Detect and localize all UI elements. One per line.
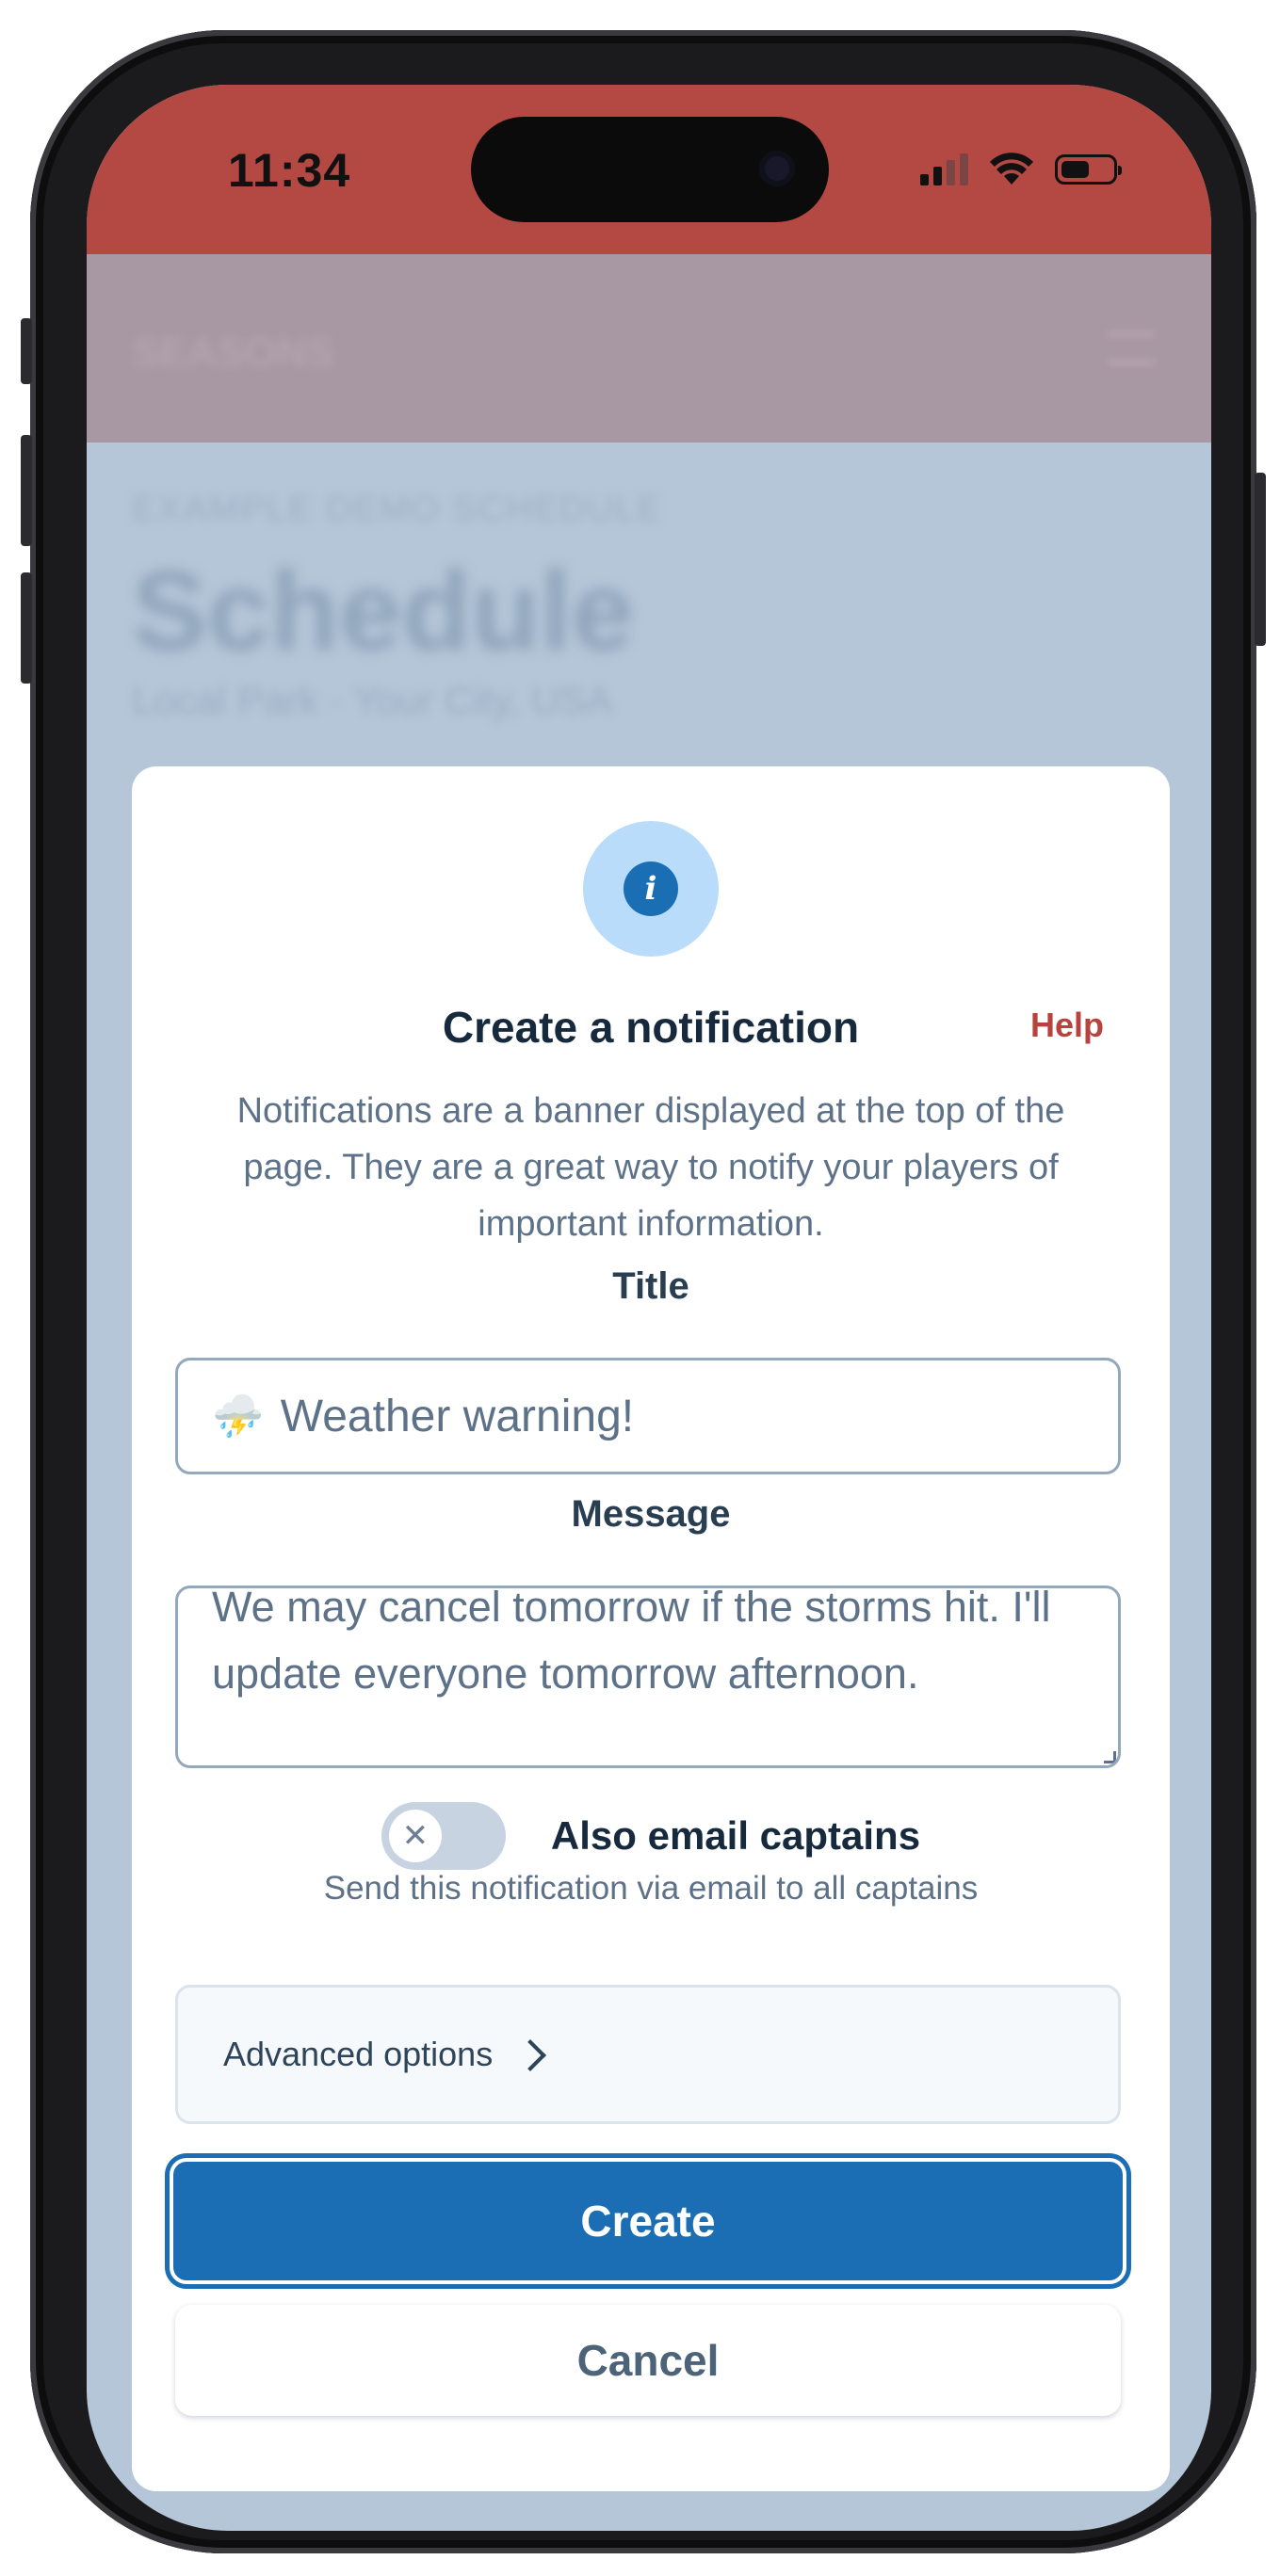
wifi-icon bbox=[990, 153, 1033, 185]
email-captains-toggle[interactable]: ✕ bbox=[381, 1802, 506, 1870]
message-textarea-value: We may cancel tomorrow if the storms hit… bbox=[212, 1586, 1051, 1698]
email-captains-description: Send this notification via email to all … bbox=[323, 1870, 979, 1907]
cancel-button[interactable]: Cancel bbox=[175, 2305, 1121, 2416]
advanced-options-button[interactable]: Advanced options bbox=[175, 1985, 1121, 2124]
battery-level bbox=[1061, 161, 1090, 178]
background-page-title: Schedule bbox=[132, 548, 635, 674]
help-link[interactable]: Help bbox=[1030, 1006, 1104, 1045]
resize-handle-icon[interactable] bbox=[1104, 1751, 1116, 1763]
email-captains-row: ✕ Also email captains bbox=[132, 1802, 1170, 1870]
status-bar: 11:34 bbox=[87, 85, 1211, 254]
status-time: 11:34 bbox=[228, 144, 351, 197]
info-icon-badge: i bbox=[583, 821, 719, 957]
email-captains-label: Also email captains bbox=[550, 1813, 921, 1858]
create-notification-modal: i Create a notification Help Notificatio… bbox=[132, 766, 1170, 2491]
advanced-options-label: Advanced options bbox=[223, 2035, 494, 2073]
menu-icon bbox=[1108, 331, 1155, 365]
background-logo: SEASONS bbox=[132, 330, 335, 376]
background-subtitle: Local Park · Your City, USA bbox=[132, 678, 613, 722]
power-button bbox=[1255, 473, 1266, 646]
title-field-label: Title bbox=[612, 1265, 689, 1307]
battery-icon bbox=[1055, 154, 1122, 185]
title-input[interactable]: ⛈️ Weather warning! bbox=[175, 1358, 1121, 1474]
message-field-label: Message bbox=[571, 1493, 731, 1535]
background-breadcrumb: EXAMPLE DEMO SCHEDULE bbox=[132, 490, 663, 529]
title-input-value: Weather warning! bbox=[280, 1391, 635, 1441]
dynamic-island bbox=[471, 117, 829, 222]
volume-up-button bbox=[21, 435, 32, 546]
message-textarea[interactable]: We may cancel tomorrow if the storms hit… bbox=[175, 1586, 1121, 1768]
status-icons bbox=[920, 153, 1122, 186]
modal-title: Create a notification bbox=[442, 1003, 860, 1052]
front-camera bbox=[759, 151, 795, 186]
chevron-right-icon bbox=[514, 2039, 547, 2071]
phone-screen: 11:34 SEASONS EXAMPLE DEMO SCHEDULE Sche… bbox=[87, 85, 1211, 2531]
info-icon: i bbox=[624, 861, 678, 916]
modal-description: Notifications are a banner displayed at … bbox=[236, 1091, 1065, 1244]
volume-down-button bbox=[21, 572, 32, 684]
cellular-signal-icon bbox=[920, 153, 968, 185]
background-header: SEASONS bbox=[87, 254, 1211, 443]
toggle-off-x-icon: ✕ bbox=[388, 1810, 442, 1862]
action-button bbox=[21, 318, 32, 384]
create-button[interactable]: Create bbox=[170, 2158, 1126, 2284]
storm-emoji: ⛈️ bbox=[212, 1393, 264, 1440]
